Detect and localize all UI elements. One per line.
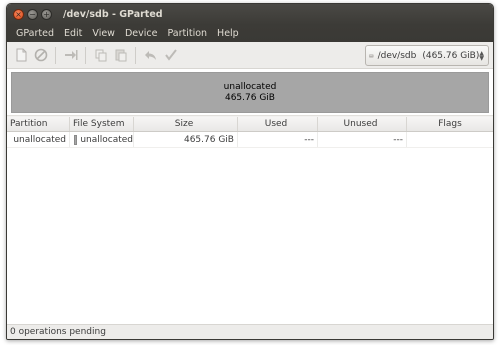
paste-button[interactable] [112, 47, 129, 64]
maximize-icon: + [43, 9, 50, 19]
header-flags[interactable]: Flags [407, 117, 493, 131]
device-label: /dev/sdb (465.76 GiB) [378, 51, 480, 61]
new-partition-button[interactable] [12, 47, 29, 64]
window-title: /dev/sdb - GParted [63, 9, 163, 20]
menu-help[interactable]: Help [212, 28, 244, 39]
header-partition[interactable]: Partition [7, 117, 70, 131]
menu-edit[interactable]: Edit [59, 28, 87, 39]
new-document-icon [16, 48, 26, 62]
status-bar: 0 operations pending [7, 324, 493, 339]
combo-arrows-icon: ▲ ▼ [479, 49, 484, 62]
cell-partition: unallocated [7, 132, 70, 147]
device-selector[interactable]: /dev/sdb (465.76 GiB) ▲ ▼ [365, 45, 489, 66]
undo-icon [144, 51, 156, 60]
delete-partition-button[interactable] [32, 47, 49, 64]
graphic-partition-label: unallocated [223, 81, 277, 92]
table-row[interactable]: unallocated unallocated 465.76 GiB --- -… [7, 132, 493, 148]
delete-icon [34, 48, 47, 62]
apply-button[interactable] [162, 47, 179, 64]
toolbar-separator [85, 46, 86, 64]
header-file-system[interactable]: File System [70, 117, 134, 131]
copy-button[interactable] [92, 47, 109, 64]
filesystem-color-swatch [74, 134, 78, 145]
hard-disk-icon [369, 54, 374, 57]
toolbar: /dev/sdb (465.76 GiB) ▲ ▼ [7, 42, 493, 69]
header-size[interactable]: Size [134, 117, 238, 131]
resize-arrow-icon [64, 50, 77, 60]
cell-flags [407, 132, 493, 147]
device-name: /dev/sdb [377, 50, 417, 61]
unallocated-partition-block[interactable]: unallocated 465.76 GiB [11, 72, 489, 113]
table-header: Partition File System Size Used Unused F… [7, 117, 493, 132]
paste-icon [115, 49, 126, 62]
menu-view[interactable]: View [87, 28, 120, 39]
header-used[interactable]: Used [238, 117, 318, 131]
partition-table: Partition File System Size Used Unused F… [7, 117, 493, 324]
toolbar-separator [135, 46, 136, 64]
title-bar[interactable]: × − + /dev/sdb - GParted [7, 4, 493, 25]
menu-device[interactable]: Device [120, 28, 163, 39]
cell-file-system-label: unallocated [80, 134, 133, 145]
close-window-button[interactable]: × [13, 9, 24, 20]
header-unused[interactable]: Unused [318, 117, 407, 131]
resize-move-button[interactable] [62, 47, 79, 64]
menu-gparted[interactable]: GParted [11, 28, 59, 39]
partition-graphic-area: unallocated 465.76 GiB [7, 69, 493, 116]
minimize-icon: − [29, 9, 36, 19]
menu-partition[interactable]: Partition [162, 28, 212, 39]
cell-unused: --- [318, 132, 407, 147]
copy-icon [95, 49, 106, 62]
minimize-window-button[interactable]: − [27, 9, 38, 20]
cell-used: --- [238, 132, 318, 147]
undo-button[interactable] [142, 47, 159, 64]
maximize-window-button[interactable]: + [41, 9, 52, 20]
graphic-partition-size: 465.76 GiB [224, 92, 275, 103]
cell-size: 465.76 GiB [134, 132, 238, 147]
close-icon: × [15, 9, 22, 19]
device-size: (465.76 GiB) [422, 50, 480, 61]
gparted-window: × − + /dev/sdb - GParted GParted Edit Vi… [6, 3, 494, 340]
cell-file-system: unallocated [70, 132, 134, 147]
menu-bar: GParted Edit View Device Partition Help [7, 25, 493, 42]
status-text: 0 operations pending [10, 327, 106, 337]
checkmark-icon [164, 49, 177, 61]
toolbar-separator [55, 46, 56, 64]
